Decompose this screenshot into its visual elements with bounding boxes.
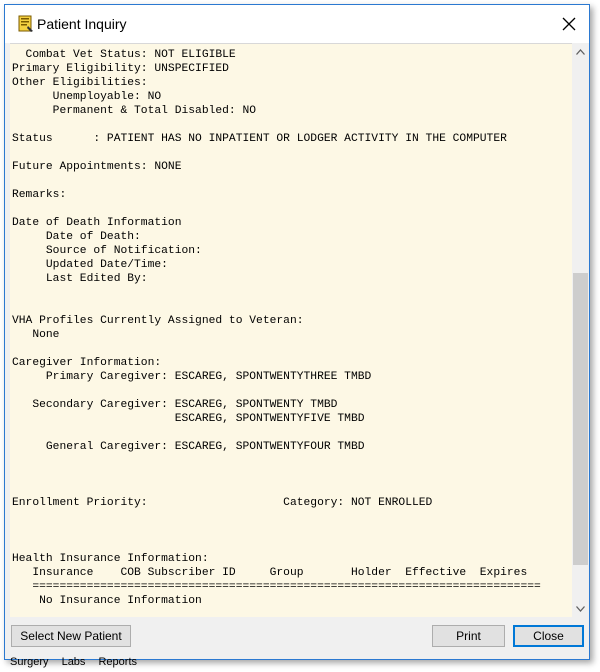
window-title: Patient Inquiry <box>37 16 127 32</box>
report-text: Combat Vet Status: NOT ELIGIBLE Primary … <box>12 49 541 607</box>
button-bar: Select New Patient Print Close <box>5 617 589 659</box>
title-bar[interactable]: Patient Inquiry <box>5 5 589 43</box>
patient-inquiry-icon <box>17 15 35 33</box>
close-button[interactable]: Close <box>513 625 584 647</box>
print-button[interactable]: Print <box>432 625 505 647</box>
background-tabs: Surgery Labs Reports <box>10 656 137 668</box>
chevron-down-icon[interactable] <box>572 600 589 617</box>
vertical-scrollbar[interactable] <box>572 43 589 617</box>
scrollbar-thumb[interactable] <box>573 273 588 565</box>
chevron-up-icon[interactable] <box>572 43 589 60</box>
report-text-area[interactable]: Combat Vet Status: NOT ELIGIBLE Primary … <box>10 43 572 618</box>
select-new-patient-button[interactable]: Select New Patient <box>11 625 131 647</box>
patient-inquiry-window: Patient Inquiry Combat Vet Status: NOT E… <box>4 4 590 660</box>
close-icon[interactable] <box>555 10 583 38</box>
